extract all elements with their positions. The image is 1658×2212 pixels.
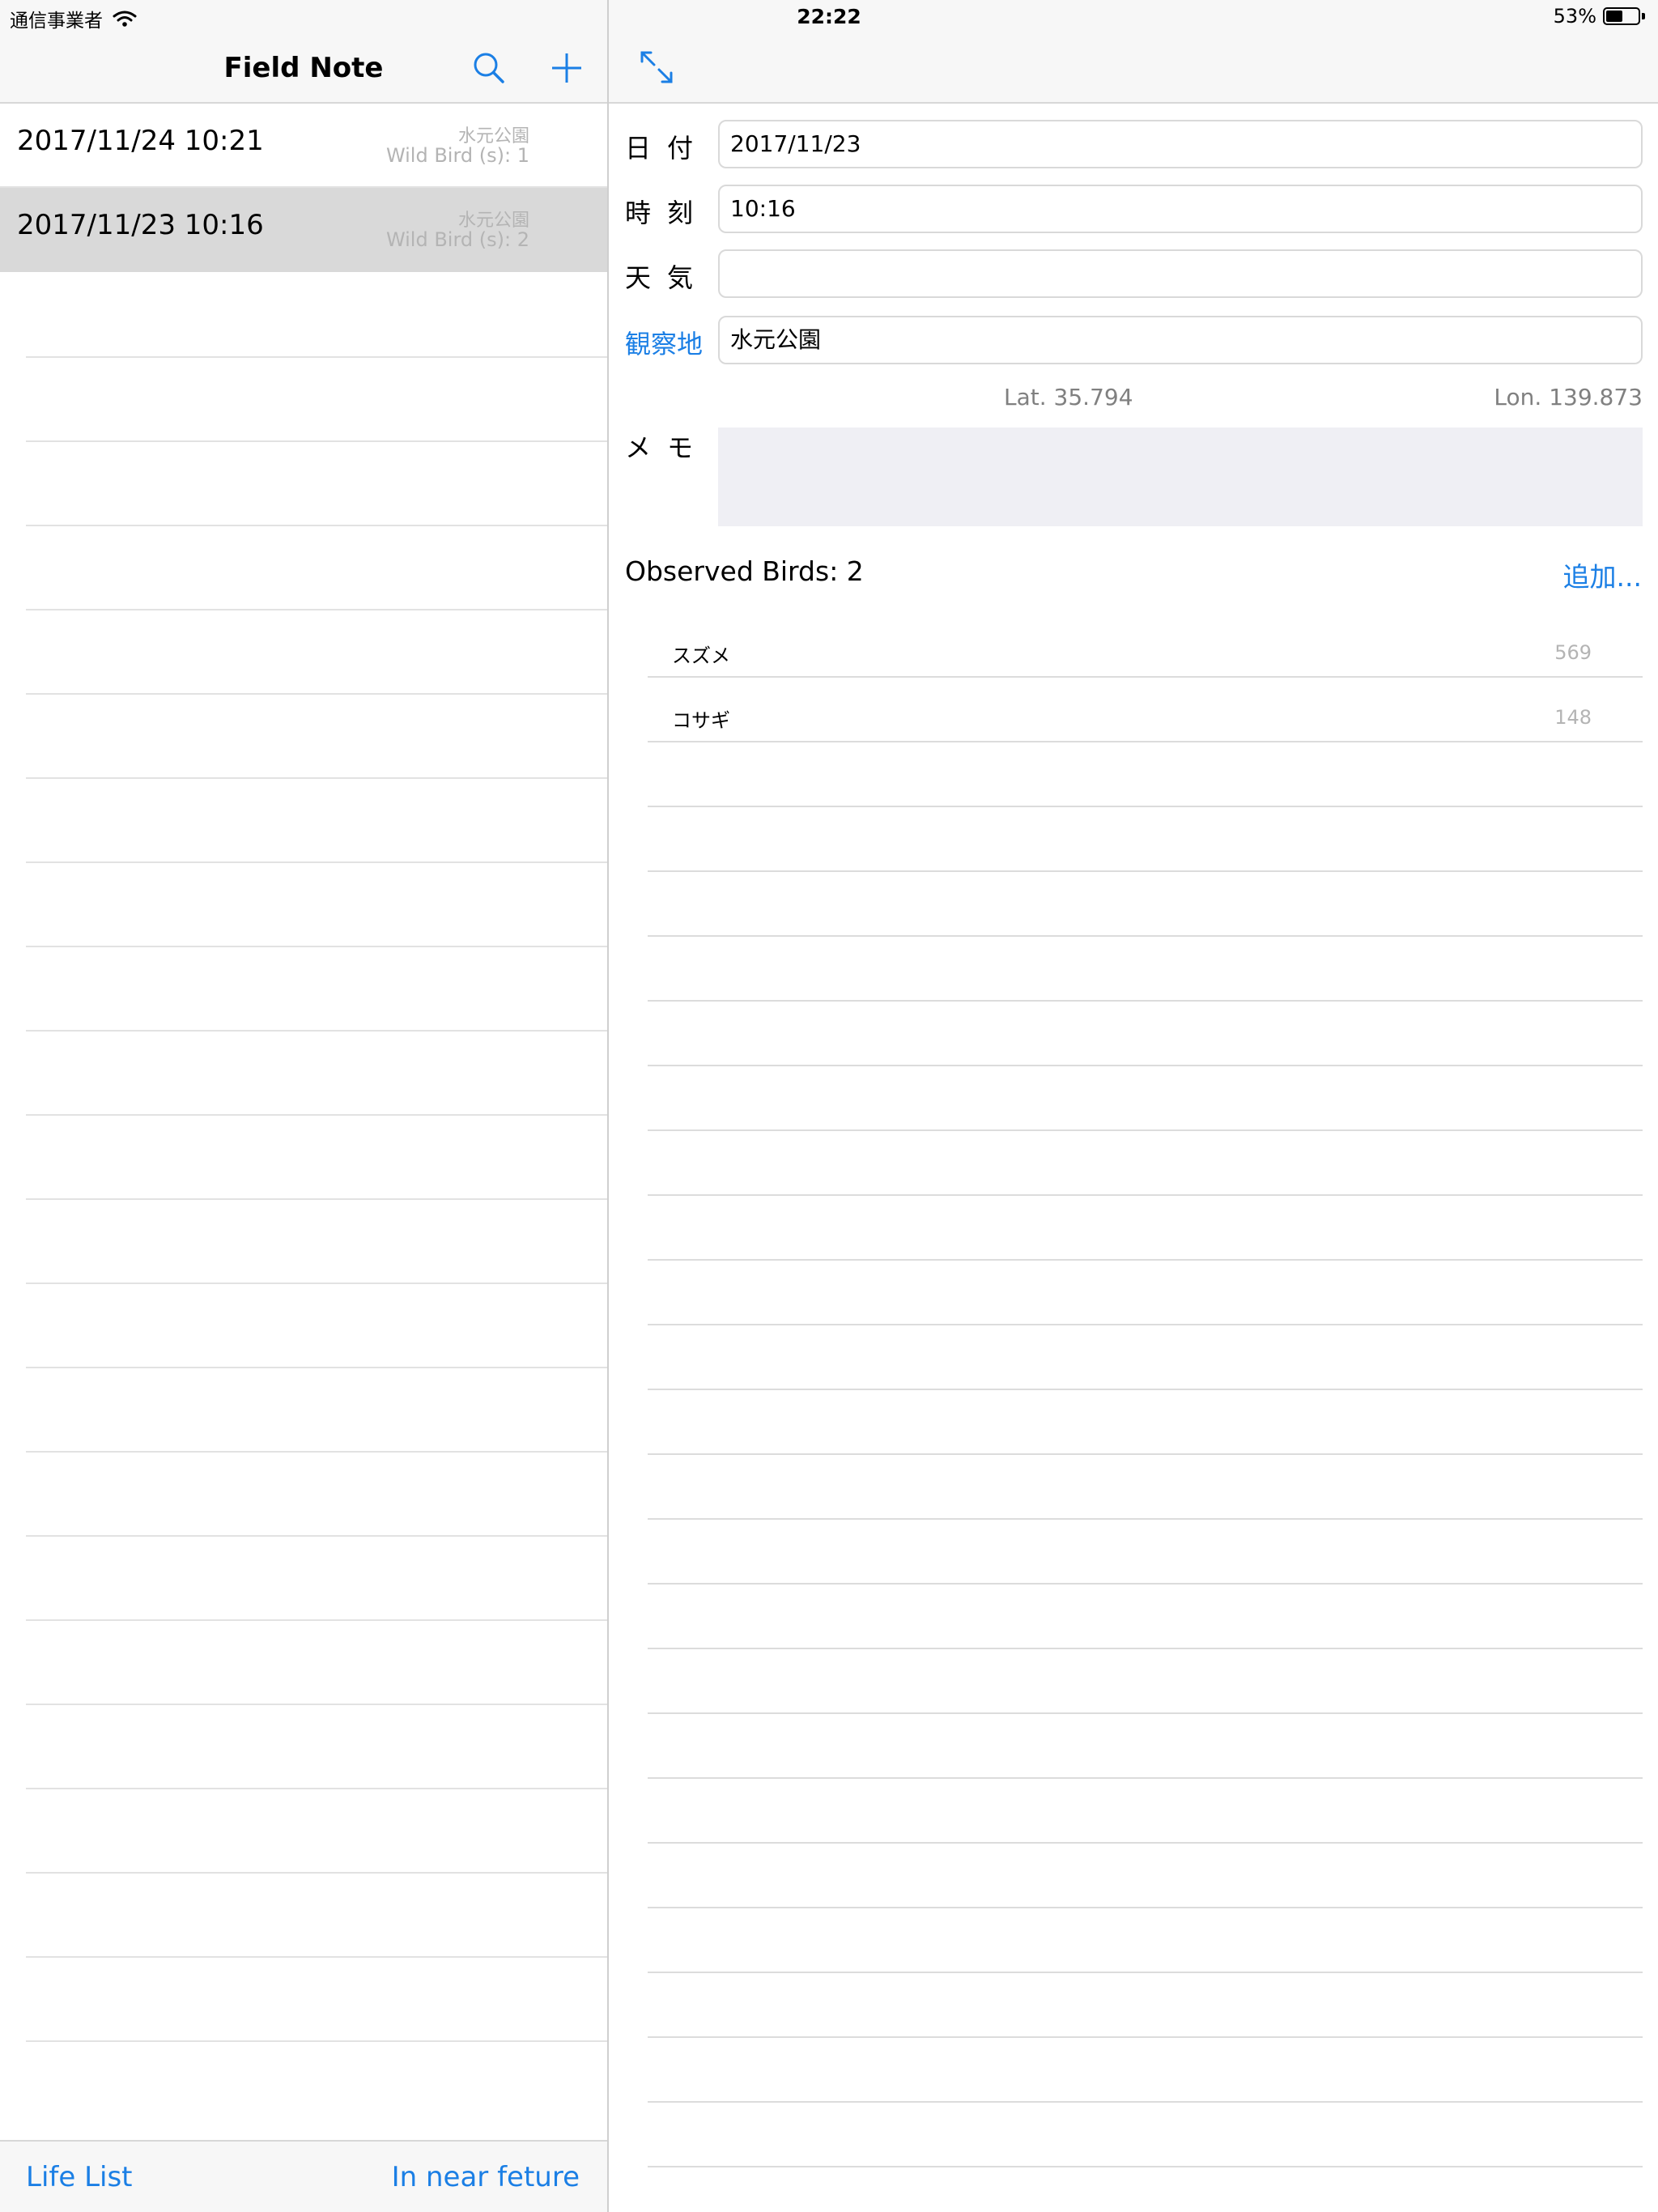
- battery-level: [1606, 11, 1622, 22]
- clock: 22:22: [797, 5, 861, 28]
- row-separator: [648, 1324, 1643, 1325]
- status-bar: 通信事業者 22:22 53%: [0, 0, 1658, 34]
- row-separator: [26, 609, 607, 610]
- row-separator: [648, 870, 1643, 872]
- in-near-feture-button[interactable]: In near feture: [392, 2161, 580, 2193]
- row-separator: [26, 1872, 607, 1874]
- add-bird-button[interactable]: 追加...: [1563, 555, 1642, 594]
- row-separator: [648, 1453, 1643, 1455]
- entry-bird-count: Wild Bird (s): 2: [385, 228, 529, 251]
- row-separator: [26, 1367, 607, 1368]
- row-separator: [26, 1283, 607, 1284]
- row-separator: [26, 1788, 607, 1789]
- row-separator: [648, 1583, 1643, 1585]
- row-separator: [648, 1972, 1643, 1973]
- time-field[interactable]: 10:16: [718, 185, 1643, 233]
- bird-name[interactable]: スズメ: [672, 640, 730, 668]
- location-field[interactable]: 水元公園: [718, 316, 1643, 364]
- row-separator: [648, 2101, 1643, 2103]
- row-separator: [26, 1451, 607, 1453]
- entry-date: 2017/11/24 10:21: [17, 125, 264, 157]
- row-separator: [648, 1842, 1643, 1844]
- row-separator: [648, 1907, 1643, 1908]
- master-toolbar: Life List In near feture: [0, 2140, 607, 2212]
- battery-percentage: 53%: [1553, 5, 1596, 28]
- expand-icon[interactable]: [638, 49, 675, 86]
- row-separator: [648, 806, 1643, 807]
- location-link[interactable]: 観察地: [625, 324, 703, 361]
- row-separator: [26, 946, 607, 947]
- row-separator: [26, 777, 607, 779]
- row-separator: [26, 1704, 607, 1705]
- master-pane: Field Note 2017/11/24 10:21 水元公園 Wild Bi…: [0, 0, 607, 2212]
- bird-name[interactable]: コサギ: [672, 704, 730, 733]
- row-separator: [648, 1518, 1643, 1520]
- battery-nub: [1642, 13, 1645, 19]
- row-separator: [648, 1389, 1643, 1390]
- row-separator: [648, 741, 1643, 742]
- row-separator: [648, 1000, 1643, 1002]
- weather-label: 天気: [625, 262, 710, 293]
- life-list-button[interactable]: Life List: [26, 2161, 133, 2193]
- row-separator: [26, 861, 607, 863]
- date-label: 日付: [625, 133, 710, 164]
- row-separator: [648, 2166, 1643, 2167]
- row-separator: [26, 1198, 607, 1200]
- row-separator: [26, 1114, 607, 1116]
- row-separator: [648, 1065, 1643, 1066]
- battery-icon: [1603, 7, 1640, 25]
- time-label: 時刻: [625, 198, 710, 228]
- row-separator: [26, 1619, 607, 1621]
- row-separator: [648, 676, 1643, 678]
- master-title: Field Note: [223, 52, 384, 84]
- list-item-selected[interactable]: 2017/11/23 10:16 水元公園 Wild Bird (s): 2: [0, 188, 607, 272]
- latitude-label: Lat. 35.794: [1004, 384, 1133, 410]
- bird-number: 148: [1554, 706, 1592, 729]
- row-separator: [648, 1259, 1643, 1261]
- row-separator: [648, 1129, 1643, 1131]
- row-separator: [648, 2036, 1643, 2038]
- row-separator: [26, 693, 607, 695]
- list-item[interactable]: 2017/11/24 10:21 水元公園 Wild Bird (s): 1: [0, 104, 607, 188]
- row-separator: [26, 1956, 607, 1958]
- row-separator: [648, 1777, 1643, 1779]
- date-field[interactable]: 2017/11/23: [718, 120, 1643, 168]
- observed-birds-title: Observed Birds: 2: [625, 555, 864, 587]
- row-separator: [26, 525, 607, 526]
- row-separator: [26, 1030, 607, 1032]
- longitude-label: Lon. 139.873: [1494, 384, 1643, 410]
- battery-group: 53%: [1554, 5, 1645, 28]
- row-separator: [648, 1648, 1643, 1649]
- search-icon[interactable]: [470, 49, 508, 87]
- entry-date: 2017/11/23 10:16: [17, 209, 264, 241]
- plus-icon[interactable]: [547, 49, 586, 87]
- detail-pane: 日付 2017/11/23 時刻 10:16 天気 観察地 水元公園 Lat. …: [609, 0, 1658, 2212]
- memo-label: メモ: [625, 432, 710, 463]
- weather-field[interactable]: [718, 249, 1643, 298]
- row-separator: [648, 935, 1643, 937]
- row-separator: [26, 440, 607, 442]
- bird-number: 569: [1554, 641, 1592, 664]
- row-separator: [648, 1194, 1643, 1196]
- row-separator: [648, 1712, 1643, 1714]
- row-separator: [26, 1535, 607, 1537]
- row-separator: [26, 356, 607, 358]
- entry-bird-count: Wild Bird (s): 1: [385, 144, 529, 167]
- row-separator: [26, 2040, 607, 2042]
- memo-field[interactable]: [718, 428, 1643, 526]
